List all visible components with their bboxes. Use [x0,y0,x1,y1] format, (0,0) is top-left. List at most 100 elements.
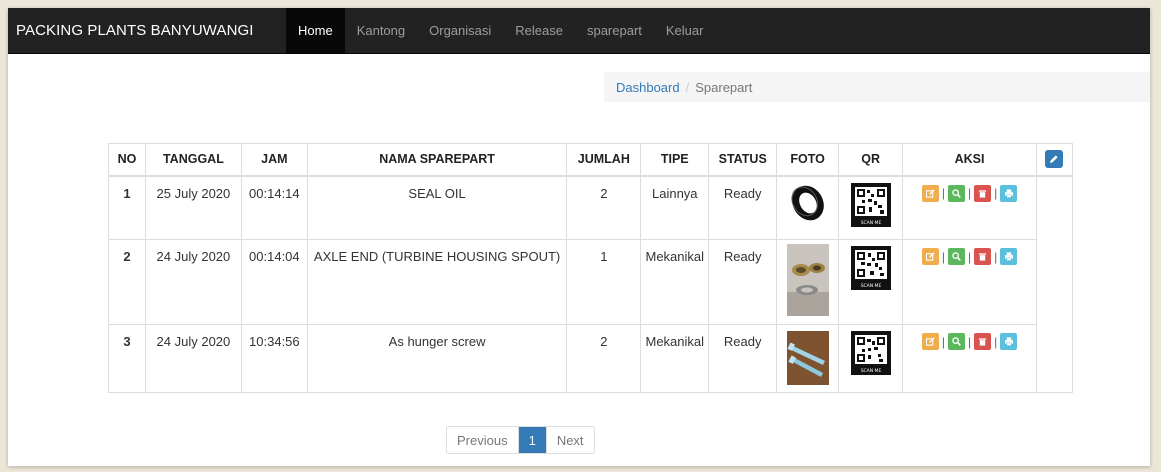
header-jam: JAM [240,143,308,177]
cell-no: 1 [108,175,146,240]
cell-tipe: Lainnya [640,175,710,240]
app-window: PACKING PLANTS BANYUWANGI Home Kantong O… [8,8,1150,466]
cell-tanggal: 24 July 2020 [144,324,242,393]
cell-nama: AXLE END (TURBINE HOUSING SPOUT) [306,239,568,325]
search-icon [952,337,961,346]
qr-code[interactable]: SCAN ME [850,244,892,295]
header-aksi: AKSI [902,143,1037,177]
cell-edit-all-spacer [1035,175,1074,393]
print-icon [1004,188,1013,198]
trash-icon [978,189,987,198]
nav-item-kantong[interactable]: Kantong [345,8,417,53]
cell-nama: As hunger screw [306,324,568,393]
header-jumlah: JUMLAH [566,143,642,177]
cell-foto [776,175,840,240]
cell-jumlah: 2 [566,324,642,393]
edit-button[interactable] [921,248,939,265]
breadcrumb-current: Sparepart [695,79,753,95]
print-button[interactable] [1000,184,1018,202]
qr-caption: SCAN ME [860,283,881,289]
cell-jumlah: 1 [566,239,642,325]
print-icon [1004,337,1013,346]
cell-status: Ready [708,324,778,393]
nav-item-release[interactable]: Release [503,8,575,53]
cell-nama: SEAL OIL [306,175,568,240]
cell-tanggal: 24 July 2020 [144,239,242,325]
row-actions: | | | [903,248,1036,265]
cell-jam: 00:14:04 [240,239,308,325]
pagination-next[interactable]: Next [547,427,594,453]
screw-shafts-photo[interactable] [786,331,829,388]
cell-qr: SCAN ME [838,239,904,325]
header-qr: QR [838,143,904,177]
breadcrumb-dashboard-link[interactable]: Dashboard [616,80,680,95]
qr-caption: SCAN ME [860,368,881,374]
table-row: 2 24 July 2020 00:14:04 AXLE END (TURBIN… [108,239,1073,325]
qr-caption: SCAN ME [860,220,881,226]
search-icon [952,188,961,198]
cell-no: 3 [108,324,146,393]
print-button[interactable] [1000,333,1018,350]
nav-item-keluar[interactable]: Keluar [654,8,716,53]
header-tipe: TIPE [640,143,710,177]
cell-jam: 10:34:56 [240,324,308,393]
pagination-previous[interactable]: Previous [447,427,519,453]
cell-qr: SCAN ME [838,324,904,393]
sparepart-table: NO TANGGAL JAM NAMA SPAREPART JUMLAH TIP… [108,143,1074,393]
delete-button[interactable] [974,333,992,350]
header-edit-all [1035,143,1074,177]
header-foto: FOTO [776,143,840,177]
search-icon [952,252,961,261]
row-actions: | | | [903,333,1036,350]
edit-button[interactable] [921,184,939,202]
edit-icon [925,252,935,261]
cell-status: Ready [708,239,778,325]
table-row: 1 25 July 2020 00:14:14 SEAL OIL 2 Lainn… [108,175,1074,393]
nav-item-home[interactable]: Home [286,8,345,53]
row-actions: | | | [903,184,1036,202]
print-icon [1004,252,1013,261]
cell-no: 2 [108,239,146,325]
main-nav: Home Kantong Organisasi Release sparepar… [286,8,715,53]
cell-foto [776,324,840,393]
header-tanggal: TANGGAL [144,143,242,177]
breadcrumb-separator: / [685,79,690,95]
edit-icon [925,188,935,198]
cell-aksi: | | | [902,239,1037,325]
trash-icon [978,338,987,346]
cell-status: Ready [708,175,778,240]
top-navbar: PACKING PLANTS BANYUWANGI Home Kantong O… [8,8,1150,54]
header-no: NO [108,143,146,177]
cell-aksi: | | | [902,175,1037,240]
view-button[interactable] [947,333,965,350]
cell-jam: 00:14:14 [240,175,308,240]
edit-icon [925,337,935,346]
cell-aksi: | | | [902,324,1037,393]
view-button[interactable] [947,184,965,202]
table-header-row: NO TANGGAL JAM NAMA SPAREPART JUMLAH TIP… [108,143,1074,177]
delete-button[interactable] [974,184,992,202]
print-button[interactable] [1000,248,1018,265]
edit-button[interactable] [921,333,939,350]
axle-parts-photo[interactable] [786,244,829,319]
header-nama: NAMA SPAREPART [306,143,568,177]
table-row: 3 24 July 2020 10:34:56 As hunger screw … [108,324,1073,393]
cell-tanggal: 25 July 2020 [144,175,242,240]
trash-icon [978,253,987,261]
qr-code[interactable]: SCAN ME [850,329,892,380]
pagination: Previous 1 Next [446,426,595,454]
nav-item-organisasi[interactable]: Organisasi [417,8,503,53]
delete-button[interactable] [974,248,992,265]
cell-tipe: Mekanikal [640,324,710,393]
pagination-page-1[interactable]: 1 [518,427,547,453]
breadcrumb: Dashboard / Sparepart [604,72,1150,102]
brand-title[interactable]: PACKING PLANTS BANYUWANGI [8,22,286,39]
cell-jumlah: 2 [566,175,642,240]
cell-tipe: Mekanikal [640,239,710,325]
view-button[interactable] [947,248,965,265]
pencil-icon[interactable] [1045,150,1064,169]
cell-foto [776,239,840,325]
qr-code[interactable]: SCAN ME [850,181,892,232]
seal-ring-photo[interactable] [787,181,829,228]
nav-item-sparepart[interactable]: sparepart [575,8,654,53]
